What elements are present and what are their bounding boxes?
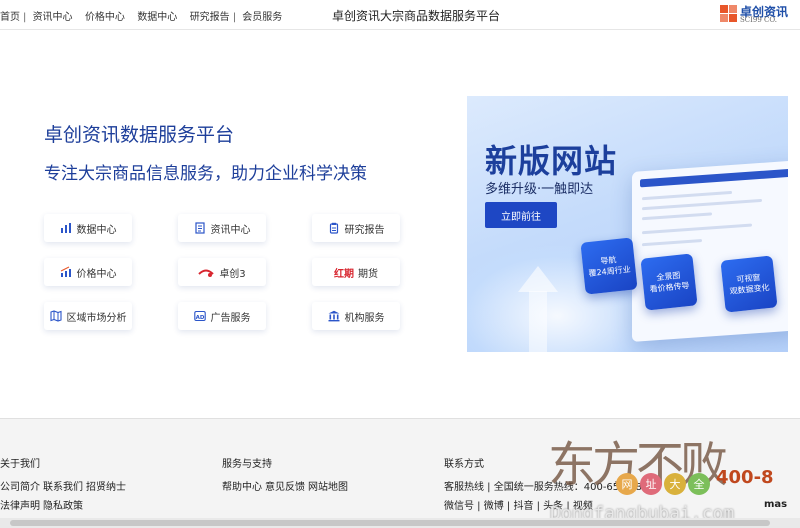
red-futures-logo: 红期 [334, 268, 354, 280]
banner-card-nav: 导航 覆24周行业 [580, 237, 638, 295]
page-subheading: 专注大宗商品信息服务，助力企业科学决策 [44, 164, 367, 184]
footer-hotline: 客服热线 | 全国统一服务热线：400-658-1860 [444, 482, 655, 493]
tile-label: 区域市场分析 [66, 312, 127, 324]
bar-chart-icon [60, 222, 72, 234]
tile-label: 价格中心 [76, 268, 117, 280]
brand-logo-icon [198, 266, 215, 278]
map-icon [49, 310, 62, 322]
tile-institution-service[interactable]: 机构服务 [312, 302, 400, 330]
footer-link[interactable]: 法律声明 [0, 497, 40, 512]
page-heading: 卓创资讯数据服务平台 [44, 124, 235, 146]
new-site-banner[interactable]: 新版网站 多维升级·一触即达 立即前往 导航 覆24周行业 全景图 看价格传导 … [467, 96, 788, 352]
tile-futures[interactable]: 红期 期货 [312, 258, 400, 286]
tile-data-center[interactable]: 数据中心 [44, 214, 132, 242]
horizontal-scrollbar[interactable] [0, 518, 800, 528]
tile-ad-service[interactable]: AD 广告服务 [178, 302, 266, 330]
footer-social-links[interactable]: 微信号 | 微博 | 抖音 | 头条 | 视频 [444, 497, 593, 512]
report-icon [328, 222, 340, 234]
bank-icon [328, 310, 340, 322]
tile-research-reports[interactable]: 研究报告 [312, 214, 400, 242]
site-title: 卓创资讯大宗商品数据服务平台 [332, 9, 501, 23]
banner-screen-illustration [632, 160, 788, 342]
banner-card-visual: 可视窗 观数据变化 [720, 255, 778, 313]
tile-label: 机构服务 [344, 312, 385, 324]
footer-link[interactable]: 网站地图 [308, 478, 348, 493]
banner-subtitle: 多维升级·一触即达 [485, 182, 594, 197]
document-icon [194, 222, 206, 234]
footer-link[interactable]: 公司简介 [0, 478, 40, 493]
top-link-price[interactable]: 价格中心 [85, 12, 125, 23]
tile-label: 广告服务 [210, 312, 251, 324]
footer-col1-title: 关于我们 [0, 459, 40, 470]
tile-label: 卓创3 [219, 268, 246, 280]
top-link-member[interactable]: 会员服务 [242, 12, 282, 23]
logo-subtext: SCI99 CO. [740, 16, 777, 24]
footer-col3-title: 联系方式 [444, 459, 484, 470]
tile-label: 期货 [358, 268, 378, 280]
top-link-reports[interactable]: 研究报告 [190, 12, 230, 23]
banner-card-panorama: 全景图 看价格传导 [640, 253, 698, 311]
go-now-button[interactable]: 立即前往 [485, 202, 557, 228]
top-link-news[interactable]: 资讯中心 [33, 12, 73, 23]
banner-arrow-decoration [518, 266, 558, 292]
top-links: 首页 | 资讯中心 价格中心 数据中心 研究报告 | 会员服务 [0, 12, 283, 23]
footer-link[interactable]: 联系我们 [43, 478, 83, 493]
tile-price-center[interactable]: 价格中心 [44, 258, 132, 286]
tile-sci3[interactable]: 卓创3 [178, 258, 266, 286]
banner-arrow-stem [529, 291, 547, 352]
tile-regional-analysis[interactable]: 区域市场分析 [44, 302, 132, 330]
tile-label: 研究报告 [344, 224, 385, 236]
scrollbar-thumb[interactable] [10, 520, 770, 526]
logo-mark-icon [720, 5, 738, 23]
footer: 关于我们 公司简介 联系我们 招贤纳士 法律声明 隐私政策 服务与支持 帮助中心… [0, 418, 800, 528]
top-link-home[interactable]: 首页 [0, 12, 20, 23]
footer-link[interactable]: 意见反馈 [265, 478, 305, 493]
svg-text:AD: AD [195, 315, 204, 321]
footer-link[interactable]: 帮助中心 [222, 478, 262, 493]
tile-label: 资讯中心 [210, 224, 251, 236]
footer-link[interactable]: 招贤纳士 [86, 478, 126, 493]
brand-logo[interactable]: 卓创资讯 SCI99 CO. [720, 4, 800, 26]
tile-label: 数据中心 [76, 224, 117, 236]
trend-chart-icon [60, 266, 72, 278]
banner-title: 新版网站 [485, 142, 618, 180]
ad-icon: AD [193, 310, 206, 322]
tile-news-center[interactable]: 资讯中心 [178, 214, 266, 242]
footer-col2-title: 服务与支持 [222, 459, 272, 470]
top-bar: 首页 | 资讯中心 价格中心 数据中心 研究报告 | 会员服务 卓创资讯大宗商品数据… [0, 0, 800, 30]
top-link-data[interactable]: 数据中心 [137, 12, 177, 23]
footer-link[interactable]: 隐私政策 [43, 497, 83, 512]
